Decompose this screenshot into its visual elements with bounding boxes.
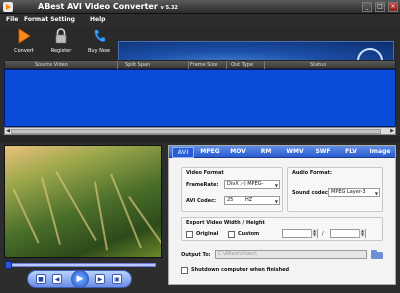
splitter[interactable] xyxy=(0,136,400,143)
column-frame-size[interactable]: Frame Size xyxy=(190,62,217,68)
shutdown-label: Shutdown computer when finished xyxy=(191,267,290,273)
app-logo-icon xyxy=(3,2,13,12)
framerate-select[interactable]: DivX ;-) MPEG- ▼ xyxy=(224,180,280,189)
column-out-type[interactable]: Out Type xyxy=(231,62,253,68)
width-input[interactable]: ▲ ▼ xyxy=(282,229,318,238)
snapshot-button[interactable]: ▣ xyxy=(112,274,122,284)
width-spinner[interactable]: ▲ ▼ xyxy=(311,229,317,238)
format-tabs: AVI MPEG MOV RM WMV SWF FLV Image xyxy=(169,146,395,158)
maximize-button[interactable]: □ xyxy=(375,2,385,12)
menu-help[interactable]: Help xyxy=(90,16,105,23)
tab-mpeg[interactable]: MPEG xyxy=(197,147,223,158)
tab-wmv[interactable]: WMV xyxy=(283,147,307,158)
chevron-down-icon: ▼ xyxy=(374,191,378,196)
original-label: Original xyxy=(196,231,219,237)
play-button[interactable]: ▶ xyxy=(71,270,89,288)
settings-panel: AVI MPEG MOV RM WMV SWF FLV Image Video … xyxy=(168,145,396,285)
output-path-value: C:\ABest\Video\ xyxy=(218,251,257,257)
buy-now-button[interactable]: Buy Now xyxy=(84,28,114,58)
output-path-input[interactable]: C:\ABest\Video\ xyxy=(215,250,367,259)
player-controls: ■ ◀ ▶ ▶ ▣ xyxy=(27,270,132,288)
output-to-label: Output To: xyxy=(181,252,211,258)
chevron-down-icon: ▼ xyxy=(274,183,278,188)
seek-knob[interactable] xyxy=(5,261,12,269)
register-button[interactable]: Register xyxy=(46,28,76,58)
tab-swf[interactable]: SWF xyxy=(312,147,334,158)
title-bar: ABest AVI Video Converter v 5.32 _ □ × xyxy=(0,0,400,14)
lock-icon xyxy=(54,28,68,44)
original-checkbox[interactable] xyxy=(186,231,193,238)
size-separator: / xyxy=(322,231,324,237)
buy-now-label: Buy Now xyxy=(87,48,111,54)
framerate-value: DivX ;-) MPEG- xyxy=(227,181,264,187)
height-input[interactable]: ▲ ▼ xyxy=(330,229,366,238)
forward-button[interactable]: ▶ xyxy=(95,274,105,284)
menu-bar: File Format Setting Help xyxy=(0,14,400,26)
shutdown-checkbox[interactable] xyxy=(181,267,188,274)
register-label: Register xyxy=(50,48,72,54)
seek-bar[interactable] xyxy=(5,261,156,269)
tab-flv[interactable]: FLV xyxy=(340,147,362,158)
toolbar: Convert Register Buy Now xyxy=(0,26,400,85)
file-list-header: Source Video Split Span Frame Size Out T… xyxy=(4,60,396,69)
tab-avi[interactable]: AVI xyxy=(172,147,194,158)
framerate-label: FrameRate: xyxy=(186,182,219,188)
close-button[interactable]: × xyxy=(388,2,398,12)
horizontal-scrollbar[interactable]: ◀ ▶ xyxy=(4,127,396,135)
phone-icon xyxy=(92,28,106,44)
scroll-thumb[interactable] xyxy=(11,129,381,134)
avi-codec-unit: HZ xyxy=(245,197,253,203)
avi-codec-label: AVI Codec: xyxy=(186,198,217,204)
column-split-span[interactable]: Split Span xyxy=(125,62,150,68)
chevron-down-icon: ▼ xyxy=(274,199,278,204)
audio-format-group: Audio Format: Sound codec: MPEG Layer-3 … xyxy=(287,167,383,212)
tab-image[interactable]: Image xyxy=(367,147,393,158)
avi-codec-select[interactable]: 25 HZ ▼ xyxy=(224,196,280,205)
tab-mov[interactable]: MOV xyxy=(227,147,249,158)
convert-label: Convert xyxy=(14,48,34,54)
custom-label: Custom xyxy=(238,231,260,237)
version-text: v 5.32 xyxy=(160,5,178,11)
sound-codec-label: Sound codec: xyxy=(292,190,330,196)
tab-rm[interactable]: RM xyxy=(255,147,277,158)
minimize-button[interactable]: _ xyxy=(362,2,372,12)
menu-format-setting[interactable]: Format Setting xyxy=(24,16,75,23)
audio-format-title: Audio Format: xyxy=(292,170,332,176)
stop-button[interactable]: ■ xyxy=(36,274,46,284)
avi-codec-value: 25 xyxy=(227,197,234,203)
rewind-button[interactable]: ◀ xyxy=(52,274,62,284)
video-format-title: Video Format xyxy=(186,170,224,176)
window-title: ABest AVI Video Converter v 5.32 xyxy=(38,2,178,11)
export-size-group: Export Video Width / Height Original Cus… xyxy=(181,217,383,241)
play-arrow-icon xyxy=(17,28,31,44)
file-list[interactable] xyxy=(4,69,396,127)
sound-codec-select[interactable]: MPEG Layer-3 ▼ xyxy=(328,188,380,197)
video-format-group: Video Format FrameRate: DivX ;-) MPEG- ▼… xyxy=(181,167,283,212)
export-size-title: Export Video Width / Height xyxy=(186,220,265,226)
menu-file[interactable]: File xyxy=(6,16,18,23)
convert-button[interactable]: Convert xyxy=(9,28,39,58)
scroll-right-icon[interactable]: ▶ xyxy=(389,128,395,134)
height-spinner[interactable]: ▲ ▼ xyxy=(359,229,365,238)
sound-codec-value: MPEG Layer-3 xyxy=(331,189,366,195)
app-window: ABest AVI Video Converter v 5.32 _ □ × F… xyxy=(0,0,400,293)
custom-checkbox[interactable] xyxy=(228,231,235,238)
folder-icon[interactable] xyxy=(371,250,383,259)
column-status[interactable]: Status xyxy=(310,62,326,68)
video-preview xyxy=(4,145,162,258)
title-text: ABest AVI Video Converter xyxy=(38,2,158,11)
column-source-video[interactable]: Source Video xyxy=(35,62,68,68)
